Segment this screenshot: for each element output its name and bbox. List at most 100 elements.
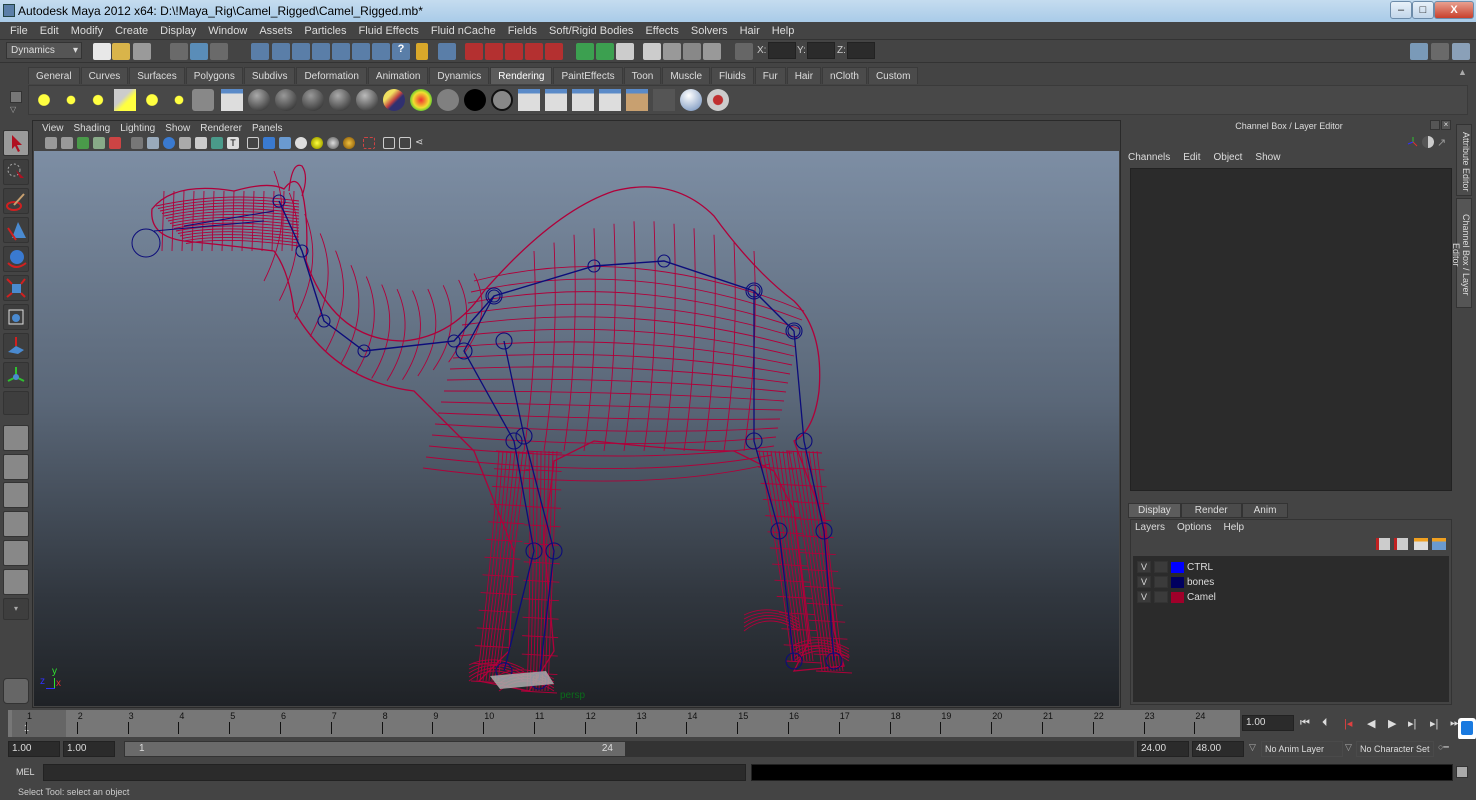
shelf-tab-ncloth[interactable]: nCloth <box>822 67 867 84</box>
viewport-menu-panels[interactable]: Panels <box>247 123 288 134</box>
mel-command-input[interactable] <box>43 764 746 781</box>
x-field[interactable] <box>768 42 796 59</box>
attribute-editor-tab[interactable]: Attribute Editor <box>1456 124 1472 196</box>
menu-help[interactable]: Help <box>766 25 801 37</box>
lock-icon[interactable] <box>416 43 428 60</box>
y-field[interactable] <box>807 42 835 59</box>
layer-color-swatch[interactable] <box>1171 591 1184 603</box>
maximize-button[interactable]: □ <box>1412 1 1434 19</box>
shelf-tab-dynamics[interactable]: Dynamics <box>429 67 490 84</box>
viewport-menu-renderer[interactable]: Renderer <box>195 123 247 134</box>
shelf-tab-toon[interactable]: Toon <box>623 67 662 84</box>
layer-tab-display[interactable]: Display <box>1128 503 1181 518</box>
gray-shader-icon[interactable] <box>437 89 459 111</box>
snap-curve-icon[interactable] <box>272 43 290 60</box>
channel-list[interactable] <box>1130 168 1452 491</box>
shelf-scroll-icon[interactable]: ▲ <box>1458 67 1468 79</box>
new-layer-selected-icon[interactable] <box>1432 538 1446 550</box>
point-light-icon[interactable] <box>87 89 109 111</box>
safe-action-icon[interactable] <box>211 137 223 149</box>
snap-misc-icon[interactable] <box>372 43 390 60</box>
command-language-toggle[interactable]: MEL <box>16 767 35 777</box>
layer-row-bones[interactable]: V bones <box>1137 575 1214 589</box>
save-scene-icon[interactable] <box>133 43 151 60</box>
anim-layer-dropdown-icon[interactable]: ▽ <box>1249 742 1256 753</box>
shelf-tab-subdivs[interactable]: Subdivs <box>243 67 296 84</box>
layer-tab-anim[interactable]: Anim <box>1241 503 1289 518</box>
shelf-tab-custom[interactable]: Custom <box>867 67 919 84</box>
hypershade-icon[interactable] <box>703 43 721 60</box>
shelf-menu-icon[interactable]: ▽ <box>10 105 22 115</box>
render-view-icon[interactable] <box>518 89 540 111</box>
safe-title-icon[interactable]: T <box>227 137 239 149</box>
layer-color-swatch[interactable] <box>1171 561 1184 573</box>
close-panel-icon[interactable]: × <box>1441 120 1451 130</box>
use-all-lights-icon[interactable] <box>311 137 323 149</box>
more-layouts-icon[interactable]: ▾ <box>3 598 29 620</box>
step-forward-key-button[interactable]: ▸| <box>1408 717 1416 730</box>
channel-object-menu[interactable]: Object <box>1214 152 1243 163</box>
select-highlight-icon[interactable] <box>438 43 456 60</box>
menu-window[interactable]: Window <box>202 25 253 37</box>
shadows-icon[interactable] <box>327 137 339 149</box>
play-backwards-button[interactable]: ◀ <box>1367 717 1375 730</box>
output-line-icon[interactable] <box>596 43 614 60</box>
select-camera-icon[interactable] <box>45 137 57 149</box>
go-to-start-button[interactable]: ⏮ <box>1300 717 1310 730</box>
menu-effects[interactable]: Effects <box>639 25 684 37</box>
layer-color-swatch[interactable] <box>1171 576 1184 588</box>
hypershade-persp-layout-icon[interactable] <box>3 540 29 566</box>
render-view-icon[interactable] <box>616 43 634 60</box>
shelf-tab-polygons[interactable]: Polygons <box>185 67 243 84</box>
viewport-menu-shading[interactable]: Shading <box>69 123 116 134</box>
move-layer-up-icon[interactable] <box>1376 538 1390 550</box>
current-time-field[interactable]: 1.00 <box>1242 715 1294 731</box>
channel-edit-menu[interactable]: Edit <box>1183 152 1200 163</box>
animation-start-field[interactable]: 1.00 <box>8 741 60 757</box>
shelf-tab-painteffects[interactable]: PaintEffects <box>553 67 623 84</box>
high-quality-icon[interactable] <box>343 137 355 149</box>
z-field[interactable] <box>847 42 875 59</box>
textured-icon[interactable] <box>295 137 307 149</box>
render-settings-icon[interactable] <box>680 89 702 111</box>
xray-icon[interactable] <box>383 137 395 149</box>
menu-fields[interactable]: Fields <box>502 25 543 37</box>
wireframe-on-shaded-icon[interactable] <box>279 137 291 149</box>
layer-row-ctrl[interactable]: V CTRL <box>1137 560 1213 574</box>
input-line-icon[interactable] <box>576 43 594 60</box>
surface-shader-icon[interactable] <box>491 89 513 111</box>
outliner-perspective-layout-icon[interactable] <box>3 482 29 508</box>
shelf-tab-general[interactable]: General <box>28 67 80 84</box>
menu-fluid-effects[interactable]: Fluid Effects <box>353 25 425 37</box>
image-plane-icon[interactable] <box>93 137 105 149</box>
bookmarks-icon[interactable] <box>77 137 89 149</box>
toggle-attribute-editor-icon[interactable] <box>1410 43 1428 60</box>
layer-row-camel[interactable]: V Camel <box>1137 590 1216 604</box>
isolate-select-icon[interactable] <box>363 137 375 149</box>
magnet-icon[interactable] <box>545 43 563 60</box>
paint-brush-icon[interactable] <box>707 89 729 111</box>
directional-light-icon[interactable] <box>60 89 82 111</box>
menu-edit[interactable]: Edit <box>34 25 65 37</box>
viewport-menu-view[interactable]: View <box>37 123 69 134</box>
step-back-frame-button[interactable]: ⏴ <box>1322 717 1328 730</box>
layer-options-menu[interactable]: Options <box>1177 522 1211 533</box>
phong-sphere-icon[interactable] <box>302 89 324 111</box>
render-current-icon[interactable] <box>643 43 661 60</box>
resolution-gate-icon[interactable] <box>163 137 175 149</box>
layer-display-type-toggle[interactable] <box>1154 591 1168 603</box>
render-current-icon[interactable] <box>545 89 567 111</box>
output-ops-icon[interactable] <box>505 43 523 60</box>
layer-tab-render[interactable]: Render <box>1180 503 1242 518</box>
smooth-shade-icon[interactable] <box>263 137 275 149</box>
menu-soft-rigid-bodies[interactable]: Soft/Rigid Bodies <box>543 25 639 37</box>
menu-assets[interactable]: Assets <box>253 25 298 37</box>
rotate-tool-icon[interactable] <box>3 246 29 272</box>
character-set-dropdown[interactable]: No Character Set <box>1356 741 1434 757</box>
ipr-render-icon[interactable] <box>572 89 594 111</box>
step-forward-frame-button[interactable]: ▸| <box>1430 717 1438 730</box>
select-object-icon[interactable] <box>190 43 208 60</box>
render-settings-icon[interactable] <box>683 43 701 60</box>
share-icon[interactable]: ⋖ <box>415 137 427 149</box>
shelf-tab-hair[interactable]: Hair <box>786 67 822 84</box>
